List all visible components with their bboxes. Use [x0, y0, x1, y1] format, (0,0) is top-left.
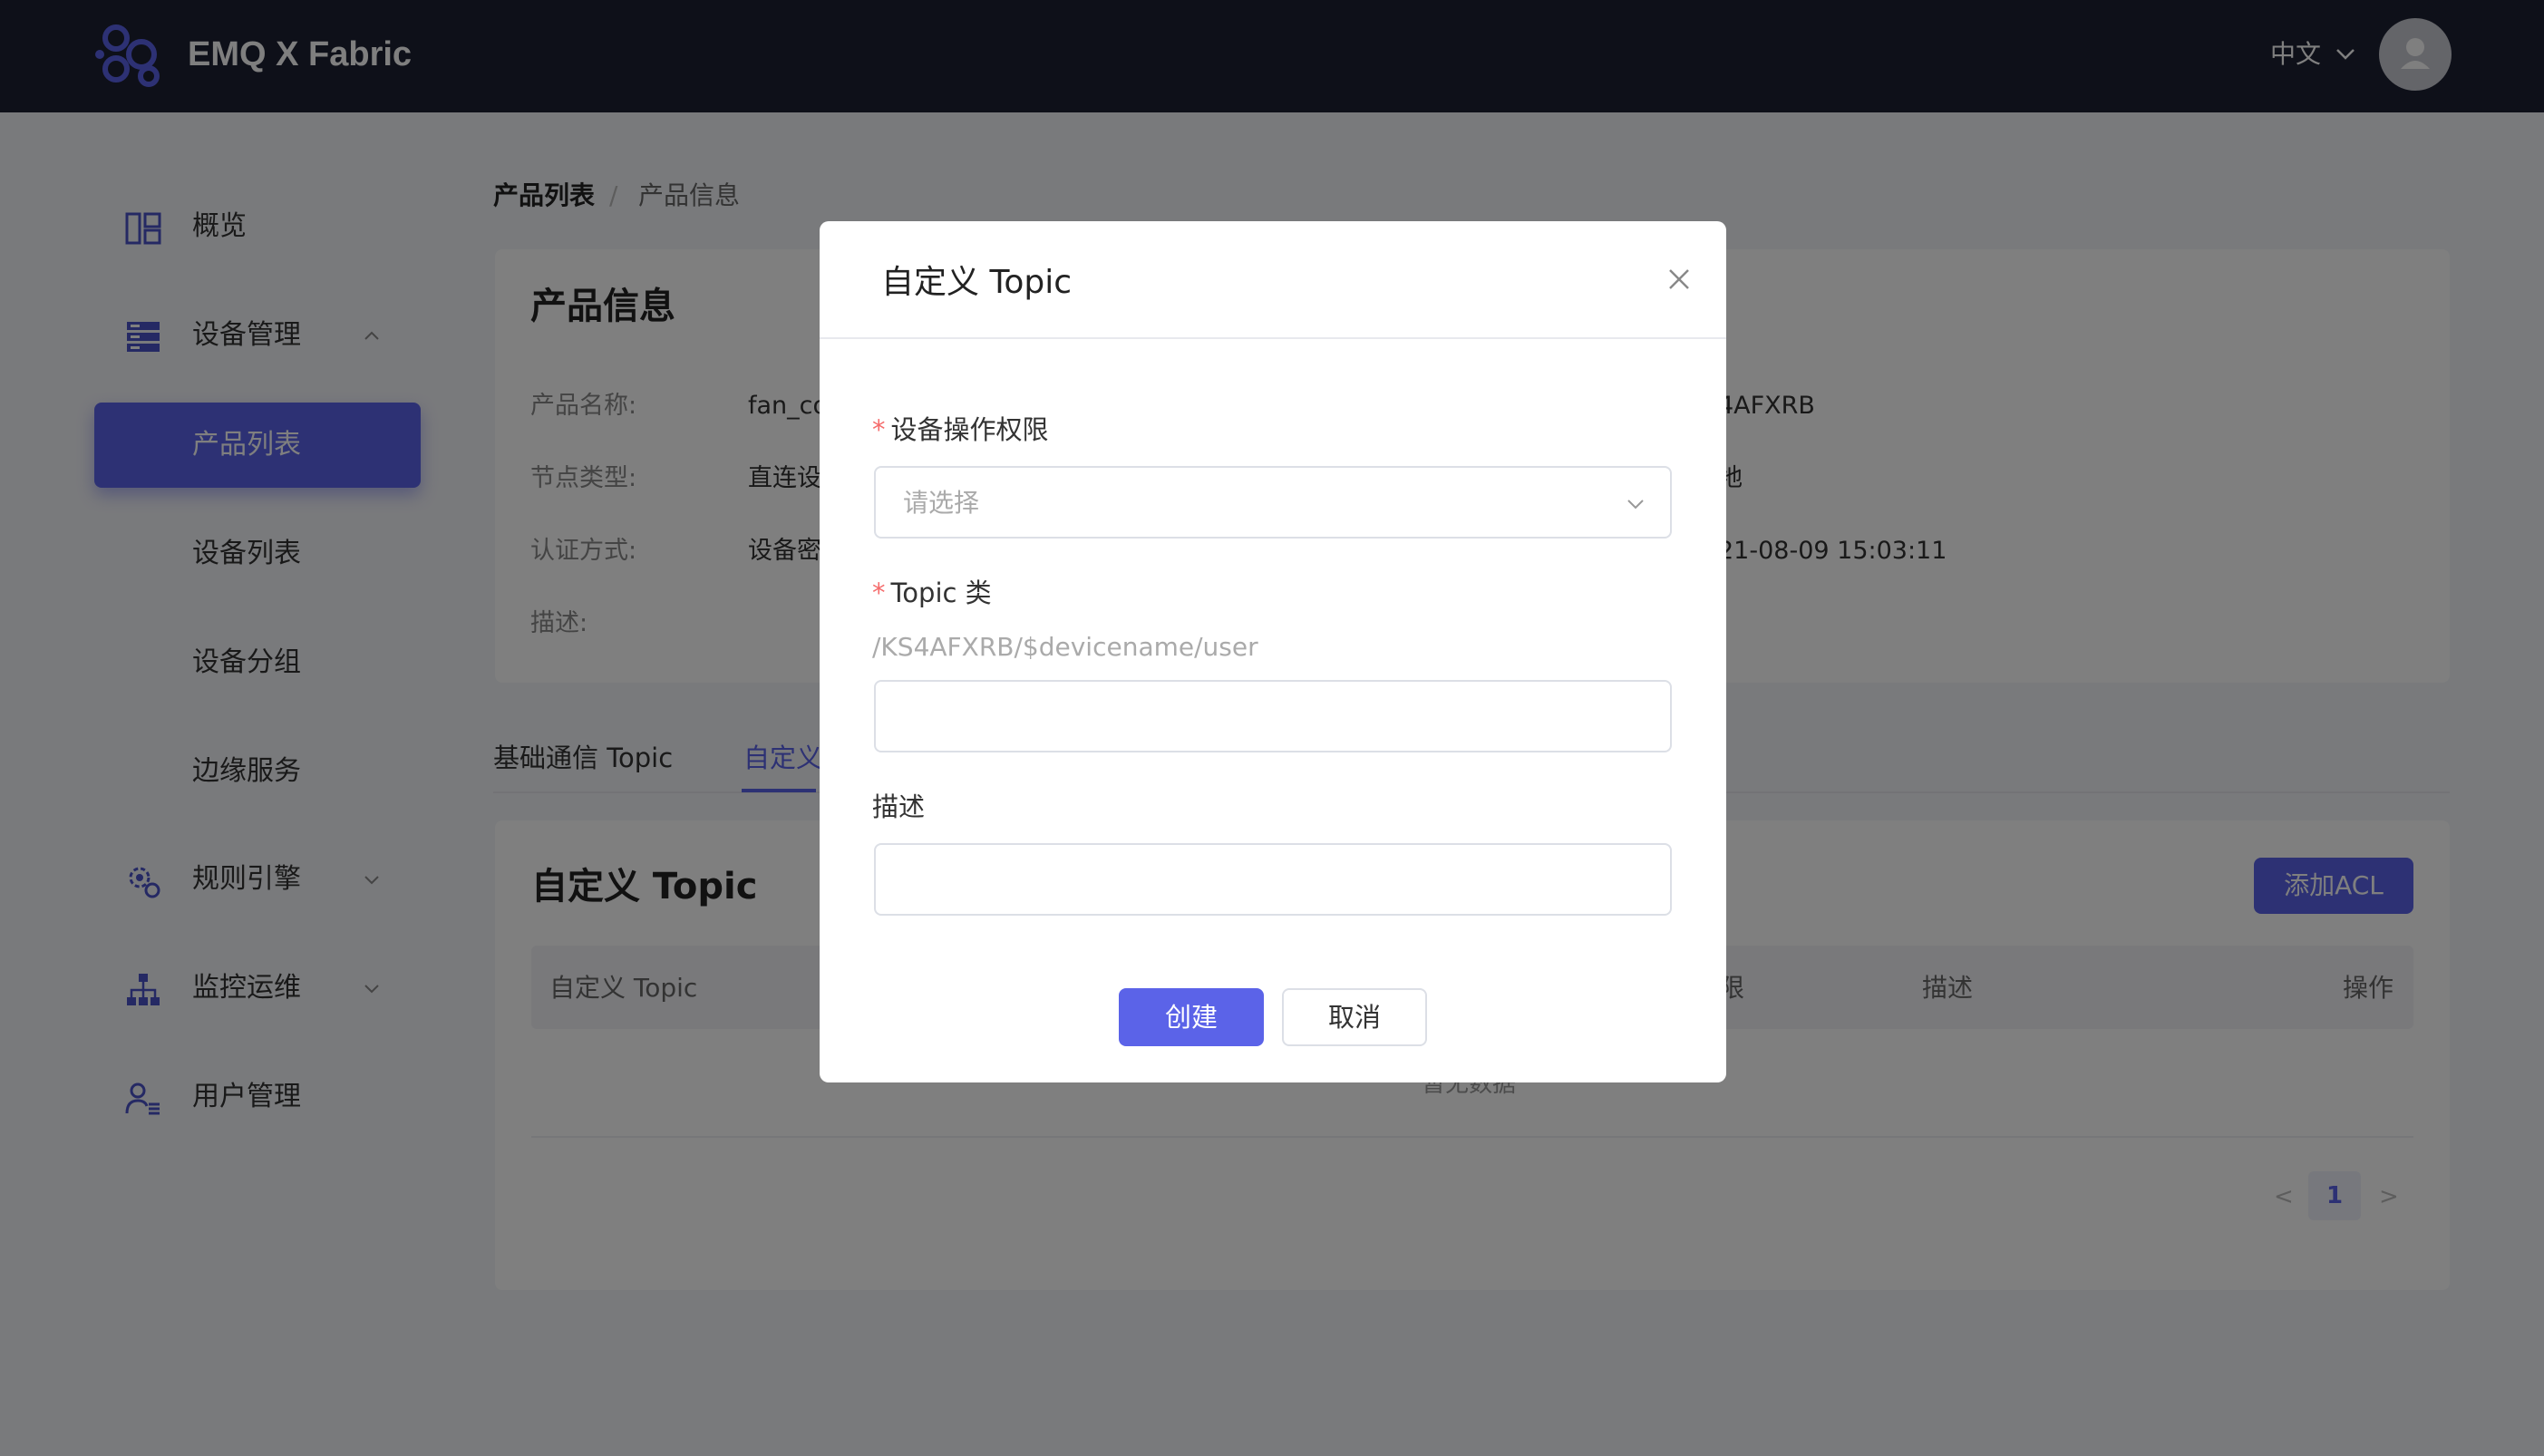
dialog-title: 自定义 Topic [881, 264, 1072, 301]
chevron-down-icon [1627, 500, 1644, 510]
permission-label: * 设备操作权限 [872, 410, 1049, 450]
dialog-divider [820, 337, 1726, 339]
cancel-button[interactable]: 取消 [1282, 988, 1427, 1046]
create-button[interactable]: 创建 [1119, 988, 1264, 1046]
custom-topic-dialog: 自定义 Topic * 设备操作权限 请选择 * Topic 类 /KS4AFXRB… [820, 221, 1726, 1082]
required-mark: * [872, 414, 886, 445]
description-input[interactable] [874, 843, 1672, 916]
topic-prefix-hint: /KS4AFXRB/$devicename/user [872, 632, 1258, 662]
permission-select[interactable]: 请选择 [874, 466, 1672, 539]
select-placeholder: 请选择 [903, 488, 980, 518]
topic-label-text: Topic 类 [890, 578, 992, 608]
permission-label-text: 设备操作权限 [890, 414, 1049, 445]
topic-input[interactable] [874, 680, 1672, 752]
topic-label: * Topic 类 [872, 573, 992, 613]
description-label: 描述 [872, 791, 926, 822]
close-icon[interactable] [1657, 257, 1701, 301]
required-mark: * [872, 578, 886, 608]
